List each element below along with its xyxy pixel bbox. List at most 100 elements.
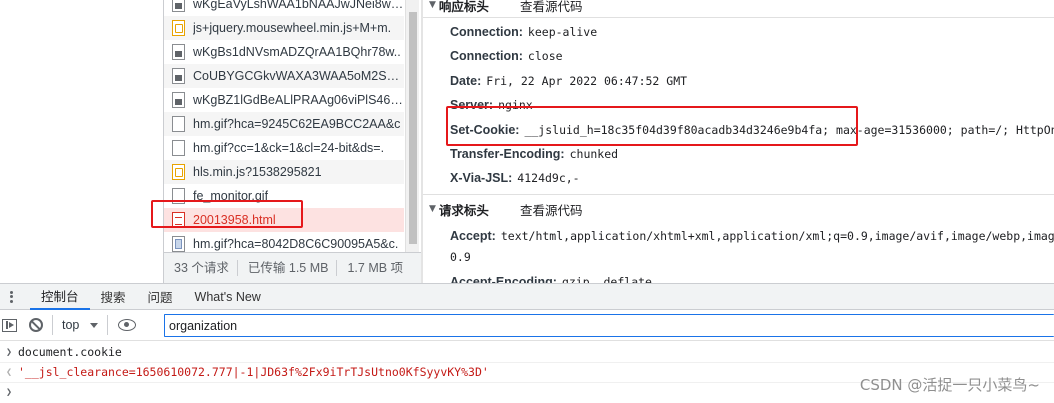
script-file-icon [172, 20, 185, 36]
request-row[interactable]: CoUBYGCGkvWAXA3WAA5oM2SpxF [164, 64, 404, 88]
request-list-scrollbar[interactable] [405, 0, 419, 252]
header-name: Accept: [450, 229, 496, 243]
request-count: 33 个请求 [164, 260, 238, 276]
blank-file-icon [172, 188, 185, 204]
image-file-icon [172, 0, 185, 12]
blank-file-icon [172, 116, 185, 132]
prompt-chevron-icon: ❯ [5, 386, 13, 398]
request-row[interactable]: js+jquery.mousewheel.min.js+M+m. [164, 16, 404, 40]
header-value[interactable]: nginx [498, 98, 533, 112]
request-name: wKgEaVyLshWAA1bNAAJwJNei8wE9 [193, 0, 404, 11]
request-row[interactable]: wKgEaVyLshWAA1bNAAJwJNei8wE9 [164, 0, 404, 16]
request-name: hm.gif?hca=9245C62EA9BCC2AA&c [193, 117, 401, 131]
header-value[interactable]: gzip, deflate [562, 275, 652, 283]
header-name: Connection: [450, 49, 523, 64]
request-row[interactable]: fe_monitor.gif [164, 184, 404, 208]
console-result-text[interactable]: '__jsl_clearance=1650610072.777|-1|JD63f… [18, 365, 489, 379]
request-row[interactable]: hls.min.js?1538295821 [164, 160, 404, 184]
request-view-source-link[interactable]: 查看源代码 [520, 200, 583, 219]
request-name: hls.min.js?1538295821 [193, 165, 322, 179]
drawer-tabs: 控制台 搜索 问题 What's New [30, 284, 272, 310]
header-value[interactable]: Fri, 22 Apr 2022 06:47:52 GMT [486, 74, 687, 88]
header-name: X-Via-JSL: [450, 171, 513, 186]
drawer-tab-3[interactable]: What's New [184, 284, 272, 310]
header-value[interactable]: text/html,application/xhtml+xml,applicat… [501, 229, 1054, 243]
request-name: hm.gif?cc=1&ck=1&cl=24-bit&ds=. [193, 141, 385, 155]
header-name: Accept-Encoding: [450, 275, 557, 283]
image-file-icon [172, 92, 185, 108]
request-row[interactable]: wKgBs1dNVsmADZQrAA1BQhr78w.. [164, 40, 404, 64]
left-blank-area [0, 0, 163, 283]
collapse-triangle-icon: ▼ [429, 0, 436, 10]
transferred-size: 已传输 1.5 MB [238, 260, 338, 276]
request-header-row: Accept-Encoding: gzip, deflate [450, 270, 652, 283]
drawer-tab-2[interactable]: 问题 [137, 284, 184, 310]
request-name: js+jquery.mousewheel.min.js+M+m. [193, 21, 392, 35]
response-header-row: Date: Fri, 22 Apr 2022 06:47:52 GMT [450, 69, 687, 93]
sidebar-toggle-icon[interactable] [2, 318, 17, 332]
context-selector[interactable]: top [62, 318, 99, 332]
request-name: CoUBYGCGkvWAXA3WAA5oM2SpxF [193, 69, 404, 83]
clear-console-icon[interactable] [29, 318, 43, 332]
response-header-row: Connection: close [450, 44, 563, 68]
header-value[interactable]: __jsluid_h=18c35f04d39f80acadb34d3246e9b… [524, 123, 1054, 137]
request-header-row: Accept: text/html,application/xhtml+xml,a… [450, 224, 1054, 248]
toolbar-divider [107, 315, 109, 335]
result-arrow-icon: ❮ [5, 366, 13, 378]
header-name: Date: [450, 73, 482, 88]
image-file-icon [172, 236, 185, 252]
request-name: wKgBZ1lGdBeALlPRAAg06viPlS469.j. [193, 93, 404, 107]
response-header-row: X-Via-JSL: 4124d9c,- [450, 166, 580, 190]
scrollbar-thumb[interactable] [409, 12, 417, 244]
header-name: Connection: [450, 25, 523, 39]
drawer-tab-1[interactable]: 搜索 [90, 284, 137, 310]
request-headers-title: 请求标头 [438, 203, 489, 218]
console-input-line: ❯ document.cookie [0, 342, 1054, 362]
script-file-icon [172, 164, 185, 180]
response-headers-title: 响应标头 [438, 0, 489, 14]
header-name: Set-Cookie: [450, 122, 520, 137]
section-divider [423, 17, 1054, 18]
request-name: hm.gif?hca=8042D8C6C90095A5&c. [193, 237, 399, 251]
console-filter-input[interactable] [164, 314, 1054, 337]
request-row[interactable]: wKgBZ1lGdBeALlPRAAg06viPlS469.j. [164, 88, 404, 112]
drawer-tab-bar: 控制台 搜索 问题 What's New [0, 283, 1054, 310]
response-header-row: Connection: keep-alive [450, 20, 597, 44]
context-value: top [62, 318, 80, 332]
request-headers-section[interactable]: ▼ 请求标头 查看源代码 [423, 197, 1054, 221]
request-row[interactable]: hm.gif?cc=1&ck=1&cl=24-bit&ds=. [164, 136, 404, 160]
response-header-row: Set-Cookie: __jsluid_h=18c35f04d39f80acad… [450, 118, 1054, 142]
headers-panel: ▼ 响应标头 查看源代码 Connection: keep-alive Connec… [423, 0, 1054, 283]
header-value[interactable]: 4124d9c,- [517, 171, 579, 185]
response-header-row: Transfer-Encoding: chunked [450, 142, 618, 166]
header-name: Server: [450, 98, 494, 113]
image-file-icon [172, 68, 185, 84]
drawer-tab-0[interactable]: 控制台 [30, 284, 90, 310]
accept-value-wrap: 0.9 [450, 250, 471, 264]
request-row[interactable]: 20013958.html [164, 208, 404, 232]
response-header-row: Server: nginx [450, 93, 533, 117]
more-menu-icon[interactable] [3, 289, 19, 305]
dropdown-caret-icon [90, 322, 99, 328]
header-value[interactable]: chunked [570, 147, 618, 161]
blank-file-icon [172, 140, 185, 156]
image-file-icon [172, 44, 185, 60]
resources-size: 1.7 MB 项 [347, 261, 404, 275]
header-value[interactable]: close [528, 49, 563, 63]
response-headers-section[interactable]: ▼ 响应标头 查看源代码 [423, 0, 1054, 17]
console-toolbar: top [0, 310, 1054, 341]
header-name: Transfer-Encoding: [450, 147, 565, 161]
collapse-triangle-icon: ▼ [429, 204, 436, 214]
prompt-chevron-icon: ❯ [5, 346, 13, 358]
request-row[interactable]: hm.gif?hca=9245C62EA9BCC2AA&c [164, 112, 404, 136]
header-value[interactable]: keep-alive [528, 25, 597, 39]
request-name: 20013958.html [193, 213, 276, 227]
response-view-source-link[interactable]: 查看源代码 [520, 0, 583, 15]
section-divider [423, 194, 1054, 195]
console-input-text: document.cookie [18, 345, 122, 359]
live-expression-eye-icon[interactable] [118, 319, 137, 331]
toolbar-divider [52, 315, 53, 335]
request-name: fe_monitor.gif [193, 189, 269, 203]
network-status-bar: 33 个请求 已传输 1.5 MB 1.7 MB 项 [164, 252, 422, 283]
network-request-list: wKgEaVyLshWAA1bNAAJwJNei8wE9 js+jquery.mo… [163, 0, 422, 283]
